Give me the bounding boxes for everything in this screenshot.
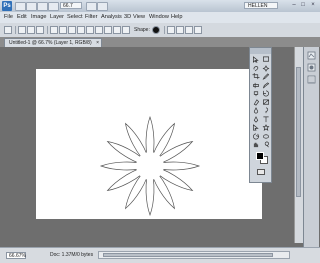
arrange-documents-button[interactable]	[86, 2, 97, 11]
zoom-field[interactable]: 66.67%	[6, 252, 26, 259]
document-canvas[interactable]	[36, 69, 262, 219]
move-tool-icon[interactable]	[252, 56, 260, 63]
options-bar: Shape:	[0, 23, 320, 38]
dodge-tool-icon[interactable]	[262, 107, 270, 114]
freeform-pen-icon[interactable]	[59, 26, 67, 34]
photoshop-window: Ps 66.7 HELLEN – □ × File Edit Image Lay…	[0, 0, 320, 263]
marquee-tool-icon[interactable]	[262, 56, 270, 63]
canvas-area[interactable]	[0, 47, 320, 247]
color-swatches[interactable]	[256, 152, 268, 164]
shape-layers-mode-button[interactable]	[18, 26, 26, 34]
type-tool-icon[interactable]	[262, 116, 270, 123]
maximize-button[interactable]: □	[299, 2, 307, 9]
ellipse-icon[interactable]	[86, 26, 94, 34]
document-tab[interactable]: Untitled-1 @ 66.7% (Layer 1, RGB/8) ×	[4, 38, 102, 47]
separator	[47, 26, 48, 34]
history-brush-tool-icon[interactable]	[262, 90, 270, 97]
blur-tool-icon[interactable]	[252, 107, 260, 114]
status-bar: 66.67% Doc: 1.37M/0 bytes	[0, 247, 320, 263]
geometry-options-icon[interactable]	[122, 26, 130, 34]
photoshop-logo: Ps	[2, 1, 12, 11]
3d-orbit-tool-icon[interactable]	[262, 133, 270, 140]
clone-stamp-tool-icon[interactable]	[252, 90, 260, 97]
quick-mask-button[interactable]	[257, 169, 265, 175]
close-document-icon[interactable]: ×	[96, 39, 99, 47]
quick-select-tool-icon[interactable]	[262, 64, 270, 72]
document-title: Untitled-1 @ 66.7% (Layer 1, RGB/8)	[9, 40, 92, 46]
foreground-color-swatch[interactable]	[256, 152, 264, 160]
polygon-icon[interactable]	[95, 26, 103, 34]
tools-panel	[249, 47, 272, 183]
healing-tool-icon[interactable]	[252, 82, 260, 89]
horizontal-scrollbar[interactable]	[98, 251, 290, 259]
brush-tool-icon[interactable]	[262, 81, 270, 89]
horizontal-scroll-thumb[interactable]	[103, 253, 273, 257]
screen-mode-button[interactable]	[97, 2, 108, 11]
menu-view[interactable]: View	[133, 14, 145, 21]
panel-icon-1[interactable]	[307, 51, 316, 60]
menu-edit[interactable]: Edit	[17, 14, 27, 21]
panel-icon-2[interactable]	[307, 63, 316, 72]
tools-panel-header[interactable]	[250, 48, 271, 54]
bridge-button[interactable]	[15, 2, 26, 11]
menu-file[interactable]: File	[4, 14, 13, 21]
view-extras-button[interactable]	[37, 2, 48, 11]
vertical-scrollbar[interactable]	[294, 47, 303, 243]
menu-image[interactable]: Image	[31, 14, 47, 21]
menu-help[interactable]: Help	[171, 14, 183, 21]
crop-tool-icon[interactable]	[252, 73, 260, 80]
menu-select[interactable]: Select	[67, 14, 83, 21]
paths-mode-button[interactable]	[27, 26, 35, 34]
pen-tool-icon[interactable]	[252, 115, 260, 123]
intersect-icon[interactable]	[185, 26, 193, 34]
menu-3d[interactable]: 3D	[124, 14, 131, 21]
document-info[interactable]: Doc: 1.37M/0 bytes	[50, 252, 93, 259]
tool-preset-picker[interactable]	[4, 26, 12, 34]
menu-window[interactable]: Window	[149, 14, 169, 21]
combine-icon[interactable]	[167, 26, 175, 34]
flower-center	[136, 152, 164, 180]
panel-dock	[303, 47, 319, 247]
subtract-icon[interactable]	[176, 26, 184, 34]
close-button[interactable]: ×	[309, 2, 317, 9]
custom-shape-tool-icon[interactable]	[262, 124, 270, 131]
lasso-tool-icon[interactable]	[252, 65, 260, 72]
pen-icon[interactable]	[50, 26, 58, 34]
hand-tool-icon[interactable]	[252, 141, 260, 148]
line-icon[interactable]	[104, 26, 112, 34]
3d-rotate-tool-icon[interactable]	[252, 133, 260, 140]
rounded-rectangle-icon[interactable]	[77, 26, 85, 34]
shape-picker[interactable]	[152, 26, 160, 34]
menu-layer[interactable]: Layer	[50, 14, 64, 21]
eraser-tool-icon[interactable]	[252, 98, 260, 106]
separator	[164, 26, 165, 34]
zoom-level-combo[interactable]: 66.7	[60, 2, 82, 9]
flower-shape[interactable]	[98, 114, 202, 218]
path-select-tool-icon[interactable]	[252, 124, 260, 131]
shape-label: Shape:	[134, 27, 150, 33]
eyedropper-tool-icon[interactable]	[262, 73, 270, 80]
document-tab-bar: Untitled-1 @ 66.7% (Layer 1, RGB/8) ×	[0, 37, 320, 47]
panel-icon-3[interactable]	[307, 75, 316, 84]
gradient-tool-icon[interactable]	[262, 99, 270, 106]
fill-pixels-mode-button[interactable]	[36, 26, 44, 34]
custom-shape-icon[interactable]	[113, 26, 121, 34]
menu-analysis[interactable]: Analysis	[101, 14, 122, 21]
vertical-scroll-thumb[interactable]	[296, 67, 301, 197]
workspace-switcher[interactable]: HELLEN	[244, 2, 278, 9]
minimize-button[interactable]: –	[290, 2, 298, 9]
zoom-tool-icon[interactable]	[262, 141, 270, 148]
separator	[15, 26, 16, 34]
exclude-icon[interactable]	[194, 26, 202, 34]
hand-tool-button[interactable]	[48, 2, 59, 11]
rectangle-icon[interactable]	[68, 26, 76, 34]
menu-filter[interactable]: Filter	[85, 14, 97, 21]
mini-bridge-button[interactable]	[26, 2, 37, 11]
